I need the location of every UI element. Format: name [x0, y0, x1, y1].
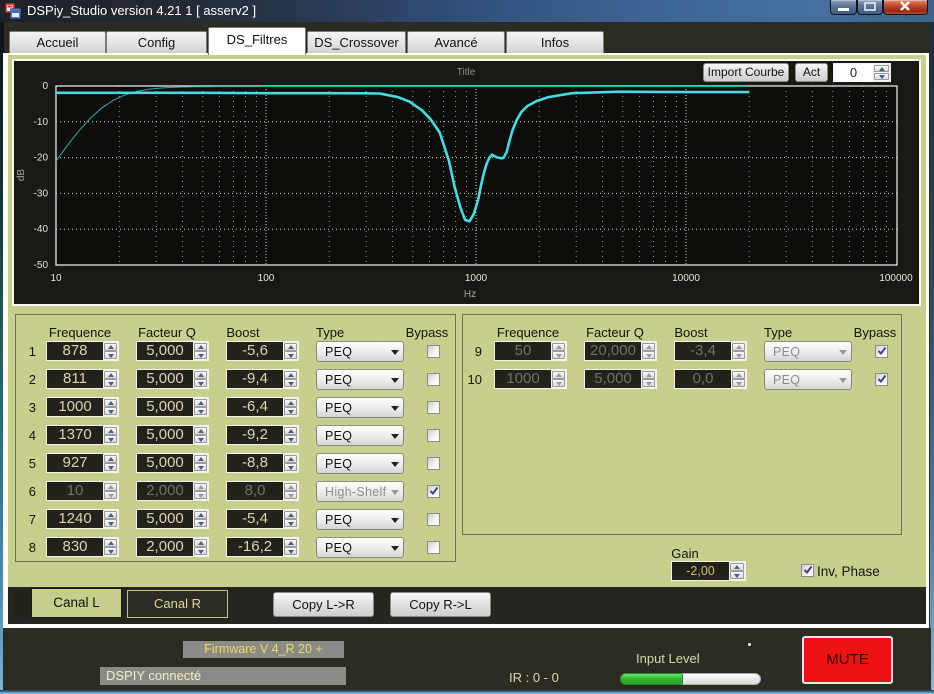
svg-text:dB: dB: [16, 169, 27, 182]
svg-text:-20: -20: [34, 153, 49, 164]
svg-text:0: 0: [42, 81, 48, 92]
svg-text:-50: -50: [34, 260, 49, 271]
svg-text:10: 10: [50, 273, 62, 284]
svg-text:1000: 1000: [465, 273, 488, 284]
svg-text:-10: -10: [34, 117, 49, 128]
svg-text:100000: 100000: [879, 273, 913, 284]
svg-text:-40: -40: [34, 224, 49, 235]
svg-text:-30: -30: [34, 188, 49, 199]
svg-text:10000: 10000: [672, 273, 700, 284]
svg-text:Title: Title: [457, 67, 476, 78]
svg-text:100: 100: [258, 273, 275, 284]
svg-text:Hz: Hz: [464, 289, 476, 300]
